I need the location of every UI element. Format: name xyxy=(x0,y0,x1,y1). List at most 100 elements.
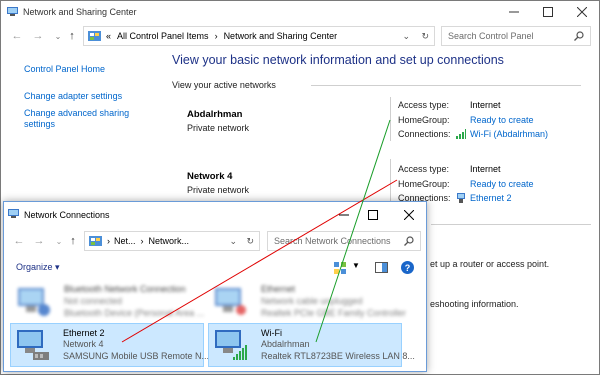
search-icon xyxy=(574,31,584,41)
back-button[interactable]: ← xyxy=(10,29,24,43)
breadcrumb-separator-icon: › xyxy=(107,236,110,246)
ethernet-adapter-icon xyxy=(17,330,49,360)
nc-search-input[interactable]: Search Network Connections xyxy=(274,236,391,246)
maximize-icon xyxy=(368,210,378,220)
view-options-dropdown-icon[interactable]: ▼ xyxy=(352,261,360,270)
refresh-icon[interactable]: ↻ xyxy=(421,31,429,42)
forward-button[interactable]: → xyxy=(31,29,45,43)
adapter-ethernet-tile[interactable]: Ethernet Network cable unplugged Realtek… xyxy=(209,280,406,324)
adapter-wifi-tile[interactable]: Wi-Fi Abdalrhman Realtek RTL8723BE Wirel… xyxy=(208,323,415,367)
adapter-name: Ethernet xyxy=(261,284,296,294)
change-advanced-sharing-settings-link[interactable]: Change advanced sharing settings xyxy=(24,108,154,130)
network-1-homegroup-label: HomeGroup: xyxy=(398,115,450,125)
nc-navigation-bar: ← → ⌄ ↑ › Net... › Network... ⌄ ↻ Search… xyxy=(4,230,426,252)
up-arrow-icon: ↑ xyxy=(69,30,75,42)
preview-pane-icon[interactable] xyxy=(375,262,388,273)
network-2-access-label: Access type: xyxy=(398,164,450,174)
nc-breadcrumb-network[interactable]: Net... xyxy=(114,236,136,246)
adapter-bluetooth-tile[interactable]: Bluetooth Network Connection Not connect… xyxy=(12,280,205,324)
navigation-bar: ← → ⌄ ↑ « All Control Panel Items › Netw… xyxy=(1,25,599,47)
nc-forward-button[interactable]: → xyxy=(32,234,46,248)
nc-title-bar[interactable]: Network Connections xyxy=(4,202,426,228)
up-button[interactable]: ↑ xyxy=(65,29,79,43)
troubleshoot-text[interactable]: eshooting information. xyxy=(430,299,519,309)
window-title: Network and Sharing Center xyxy=(23,7,137,17)
network-1-homegroup-link[interactable]: Ready to create xyxy=(470,115,534,125)
svg-text:?: ? xyxy=(405,263,411,273)
network-1-connection-link[interactable]: Wi-Fi (Abdalrhman) xyxy=(470,129,548,139)
back-arrow-icon: ← xyxy=(13,235,25,247)
page-heading: View your basic network information and … xyxy=(172,53,504,67)
nc-breadcrumb-network-internet[interactable]: Network... xyxy=(149,236,190,246)
control-panel-home-link[interactable]: Control Panel Home xyxy=(24,64,105,75)
network-2-type: Private network xyxy=(187,185,250,195)
change-adapter-settings-link[interactable]: Change adapter settings xyxy=(24,91,144,102)
setup-router-text[interactable]: et up a router or access point. xyxy=(430,259,549,269)
nc-minimize-button[interactable] xyxy=(336,208,352,222)
breadcrumb-network-sharing-center[interactable]: Network and Sharing Center xyxy=(224,31,338,41)
network-1-connections-label: Connections: xyxy=(398,129,451,139)
breadcrumb-separator-icon: › xyxy=(214,31,218,41)
network-2-homegroup-link[interactable]: Ready to create xyxy=(470,179,534,189)
close-icon xyxy=(577,7,587,17)
adapter-name: Bluetooth Network Connection xyxy=(64,284,186,294)
nc-maximize-button[interactable] xyxy=(365,208,381,222)
network-1-access-label: Access type: xyxy=(398,100,450,110)
address-dropdown-icon[interactable]: ⌄ xyxy=(402,31,410,42)
nc-back-button[interactable]: ← xyxy=(12,234,26,248)
network-2-access-value: Internet xyxy=(470,164,501,174)
nc-recent-button[interactable]: ⌄ xyxy=(52,234,66,248)
nc-toolbar: Organize ▾ ▼ ? xyxy=(4,257,426,279)
search-icon xyxy=(404,236,414,246)
network-1-access-value: Internet xyxy=(470,100,501,110)
nc-search-box[interactable]: Search Network Connections xyxy=(267,231,421,251)
address-bar[interactable]: « All Control Panel Items › Network and … xyxy=(83,26,435,46)
nc-address-bar[interactable]: › Net... › Network... ⌄ ↻ xyxy=(84,231,260,251)
active-networks-label: View your active networks xyxy=(172,80,276,90)
back-arrow-icon: ← xyxy=(11,30,23,42)
adapter-status: Not connected xyxy=(64,296,123,306)
control-panel-icon xyxy=(88,31,101,41)
minimize-icon xyxy=(339,214,349,216)
recent-locations-button[interactable]: ⌄ xyxy=(51,29,65,43)
minimize-button[interactable] xyxy=(506,5,522,19)
maximize-icon xyxy=(543,7,553,17)
adapter-device: Realtek RTL8723BE Wireless LAN 8... xyxy=(261,351,415,361)
ethernet-icon xyxy=(457,193,465,203)
address-overflow[interactable]: « xyxy=(106,31,111,41)
network-2-name: Network 4 xyxy=(187,171,233,182)
wifi-signal-icon xyxy=(456,129,466,139)
up-arrow-icon: ↑ xyxy=(70,235,76,247)
breadcrumb-separator-icon: › xyxy=(140,236,144,246)
help-icon[interactable]: ? xyxy=(401,261,414,274)
chevron-down-icon: ⌄ xyxy=(54,31,62,41)
address-dropdown-icon[interactable]: ⌄ xyxy=(229,236,237,247)
nc-up-button[interactable]: ↑ xyxy=(66,234,80,248)
maximize-button[interactable] xyxy=(540,5,556,19)
search-input[interactable]: Search Control Panel xyxy=(448,31,534,41)
nc-close-button[interactable] xyxy=(401,208,417,222)
adapter-status: Network cable unplugged xyxy=(261,296,363,306)
organize-label: Organize xyxy=(16,262,53,272)
change-view-icon[interactable] xyxy=(334,262,346,274)
search-box[interactable]: Search Control Panel xyxy=(441,26,591,46)
nc-window-title: Network Connections xyxy=(24,210,110,220)
refresh-icon[interactable]: ↻ xyxy=(246,236,254,247)
title-bar[interactable]: Network and Sharing Center xyxy=(1,1,599,25)
breadcrumb-all-control-panel-items[interactable]: All Control Panel Items xyxy=(117,31,209,41)
change-settings-divider xyxy=(431,224,591,225)
ethernet-adapter-icon xyxy=(215,288,246,315)
adapter-name: Ethernet 2 xyxy=(63,328,105,338)
network-2-divider xyxy=(390,159,391,205)
network-2-connection-link[interactable]: Ethernet 2 xyxy=(470,193,512,203)
control-panel-icon xyxy=(89,236,102,246)
network-connections-icon xyxy=(8,209,19,218)
organize-menu[interactable]: Organize ▾ xyxy=(16,262,60,273)
bluetooth-adapter-icon xyxy=(18,288,50,316)
close-button[interactable] xyxy=(574,5,590,19)
adapter-ethernet-2-tile[interactable]: Ethernet 2 Network 4 SAMSUNG Mobile USB … xyxy=(10,323,209,367)
adapter-device: SAMSUNG Mobile USB Remote N... xyxy=(63,351,210,361)
chevron-down-icon: ⌄ xyxy=(55,236,63,246)
network-1-type: Private network xyxy=(187,123,250,133)
adapter-device: Bluetooth Device (Personal Area ... xyxy=(64,308,205,318)
